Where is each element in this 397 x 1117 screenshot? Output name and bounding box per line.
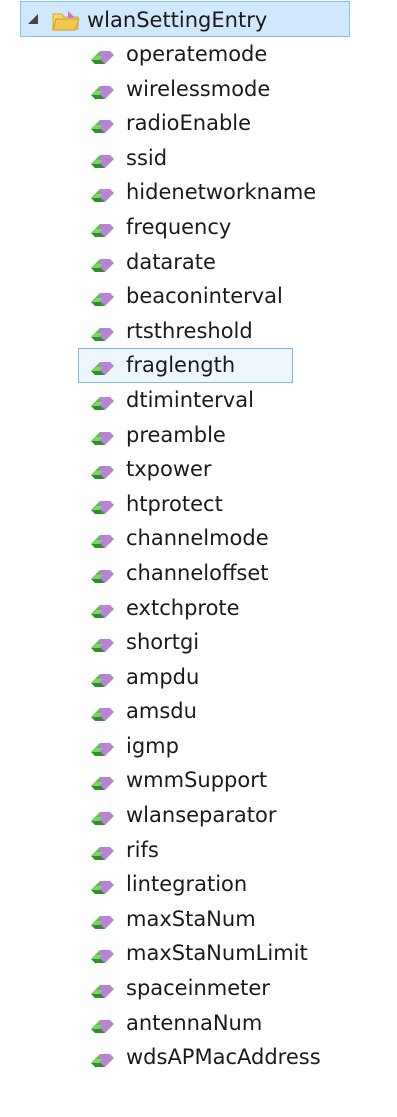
leaf-node-icon (88, 977, 118, 1001)
tree-item-label: wlanseparator (126, 803, 277, 828)
leaf-node-icon (88, 942, 118, 966)
leaf-node-icon (88, 700, 118, 724)
tree-item-label: fraglength (126, 353, 236, 378)
tree-item-label: rtsthreshold (126, 318, 253, 343)
tree-item-label: frequency (126, 214, 232, 239)
tree-children: operatemode wirelessmode radioEnable ssi… (0, 37, 397, 1075)
tree-item-label: wirelessmode (126, 76, 271, 101)
tree-item-label: operatemode (126, 42, 268, 66)
tree-item-label: rifs (126, 837, 159, 862)
leaf-node-icon (88, 1046, 118, 1070)
tree-item[interactable]: shortgi (0, 625, 397, 660)
leaf-node-icon (88, 804, 118, 828)
leaf-node-icon (88, 769, 118, 793)
tree-item-label: extchprote (126, 595, 240, 620)
tree-item[interactable]: antennaNum (0, 1006, 397, 1041)
tree-item[interactable]: wlanseparator (0, 798, 397, 833)
leaf-node-icon (88, 251, 118, 275)
tree-root-label: wlanSettingEntry (87, 8, 268, 32)
tree-item[interactable]: hidenetworkname (0, 175, 397, 210)
tree-item-label: wmmSupport (126, 768, 268, 793)
tree-item-label: ssid (126, 145, 168, 170)
leaf-node-icon (88, 389, 118, 413)
tree-root-item[interactable]: wlanSettingEntry (20, 1, 350, 37)
tree-view: wlanSettingEntry operatemode wirelessmod… (0, 0, 397, 1075)
tree-item-label: channelmode (126, 526, 269, 551)
leaf-node-icon (88, 562, 118, 586)
tree-item[interactable]: operatemode (0, 37, 397, 72)
leaf-node-icon (88, 320, 118, 344)
tree-item-label: beaconinterval (126, 284, 283, 309)
tree-item[interactable]: ssid (0, 141, 397, 176)
tree-item-label: channeloffset (126, 560, 269, 585)
tree-item-label: ampdu (126, 664, 200, 689)
tree-item[interactable]: htprotect (0, 487, 397, 522)
tree-item-label: preamble (126, 422, 226, 447)
tree-item[interactable]: maxStaNum (0, 902, 397, 937)
tree-item-label: hidenetworkname (126, 180, 317, 205)
tree-item-label: antennaNum (126, 1010, 263, 1035)
leaf-node-icon (88, 181, 118, 205)
leaf-node-icon (88, 112, 118, 136)
tree-item[interactable]: radioEnable (0, 106, 397, 141)
tree-item[interactable]: txpower (0, 452, 397, 487)
tree-item[interactable]: igmp (0, 729, 397, 764)
tree-item-label: txpower (126, 457, 212, 482)
tree-item[interactable]: preamble (0, 418, 397, 453)
tree-item[interactable]: channelmode (0, 521, 397, 556)
tree-item[interactable]: fraglength (78, 348, 293, 383)
leaf-node-icon (88, 735, 118, 759)
leaf-node-icon (88, 666, 118, 690)
leaf-node-icon (88, 43, 118, 67)
tree-item[interactable]: datarate (0, 245, 397, 280)
tree-item-label: htprotect (126, 491, 223, 516)
tree-item-label: igmp (126, 733, 179, 758)
leaf-node-icon (88, 873, 118, 897)
leaf-node-icon (88, 424, 118, 448)
tree-item-label: maxStaNum (126, 906, 256, 931)
tree-item[interactable]: extchprote (0, 591, 397, 626)
tree-expanded-triangle-icon[interactable] (25, 2, 41, 38)
tree-item[interactable]: rifs (0, 833, 397, 868)
tree-item[interactable]: wirelessmode (0, 72, 397, 107)
tree-item[interactable]: frequency (0, 210, 397, 245)
leaf-node-icon (88, 1012, 118, 1036)
tree-item-label: dtiminterval (126, 387, 254, 412)
leaf-node-icon (88, 908, 118, 932)
tree-item[interactable]: wdsAPMacAddress (0, 1040, 397, 1075)
tree-item[interactable]: wmmSupport (0, 763, 397, 798)
tree-item[interactable]: amsdu (0, 694, 397, 729)
tree-item-label: shortgi (126, 630, 200, 655)
leaf-node-icon (88, 631, 118, 655)
leaf-node-icon (88, 458, 118, 482)
leaf-node-icon (88, 493, 118, 517)
leaf-node-icon (88, 147, 118, 171)
leaf-node-icon (88, 216, 118, 240)
tree-item-label: amsdu (126, 699, 197, 724)
tree-item-label: datarate (126, 249, 216, 274)
folder-open-icon (51, 8, 81, 32)
tree-item-label: wdsAPMacAddress (126, 1045, 321, 1070)
tree-item-label: lintegration (126, 872, 248, 897)
tree-item[interactable]: lintegration (0, 867, 397, 902)
leaf-node-icon (88, 285, 118, 309)
tree-item[interactable]: maxStaNumLimit (0, 936, 397, 971)
tree-item-label: radioEnable (126, 111, 252, 136)
leaf-node-icon (88, 78, 118, 102)
tree-item[interactable]: dtiminterval (0, 383, 397, 418)
leaf-node-icon (88, 597, 118, 621)
leaf-node-icon (88, 354, 118, 378)
tree-item[interactable]: ampdu (0, 660, 397, 695)
tree-item-label: maxStaNumLimit (126, 941, 308, 966)
leaf-node-icon (88, 527, 118, 551)
tree-item[interactable]: spaceinmeter (0, 971, 397, 1006)
tree-item[interactable]: channeloffset (0, 556, 397, 591)
tree-item[interactable]: rtsthreshold (0, 314, 397, 349)
leaf-node-icon (88, 839, 118, 863)
tree-item-label: spaceinmeter (126, 976, 270, 1001)
tree-item[interactable]: beaconinterval (0, 279, 397, 314)
